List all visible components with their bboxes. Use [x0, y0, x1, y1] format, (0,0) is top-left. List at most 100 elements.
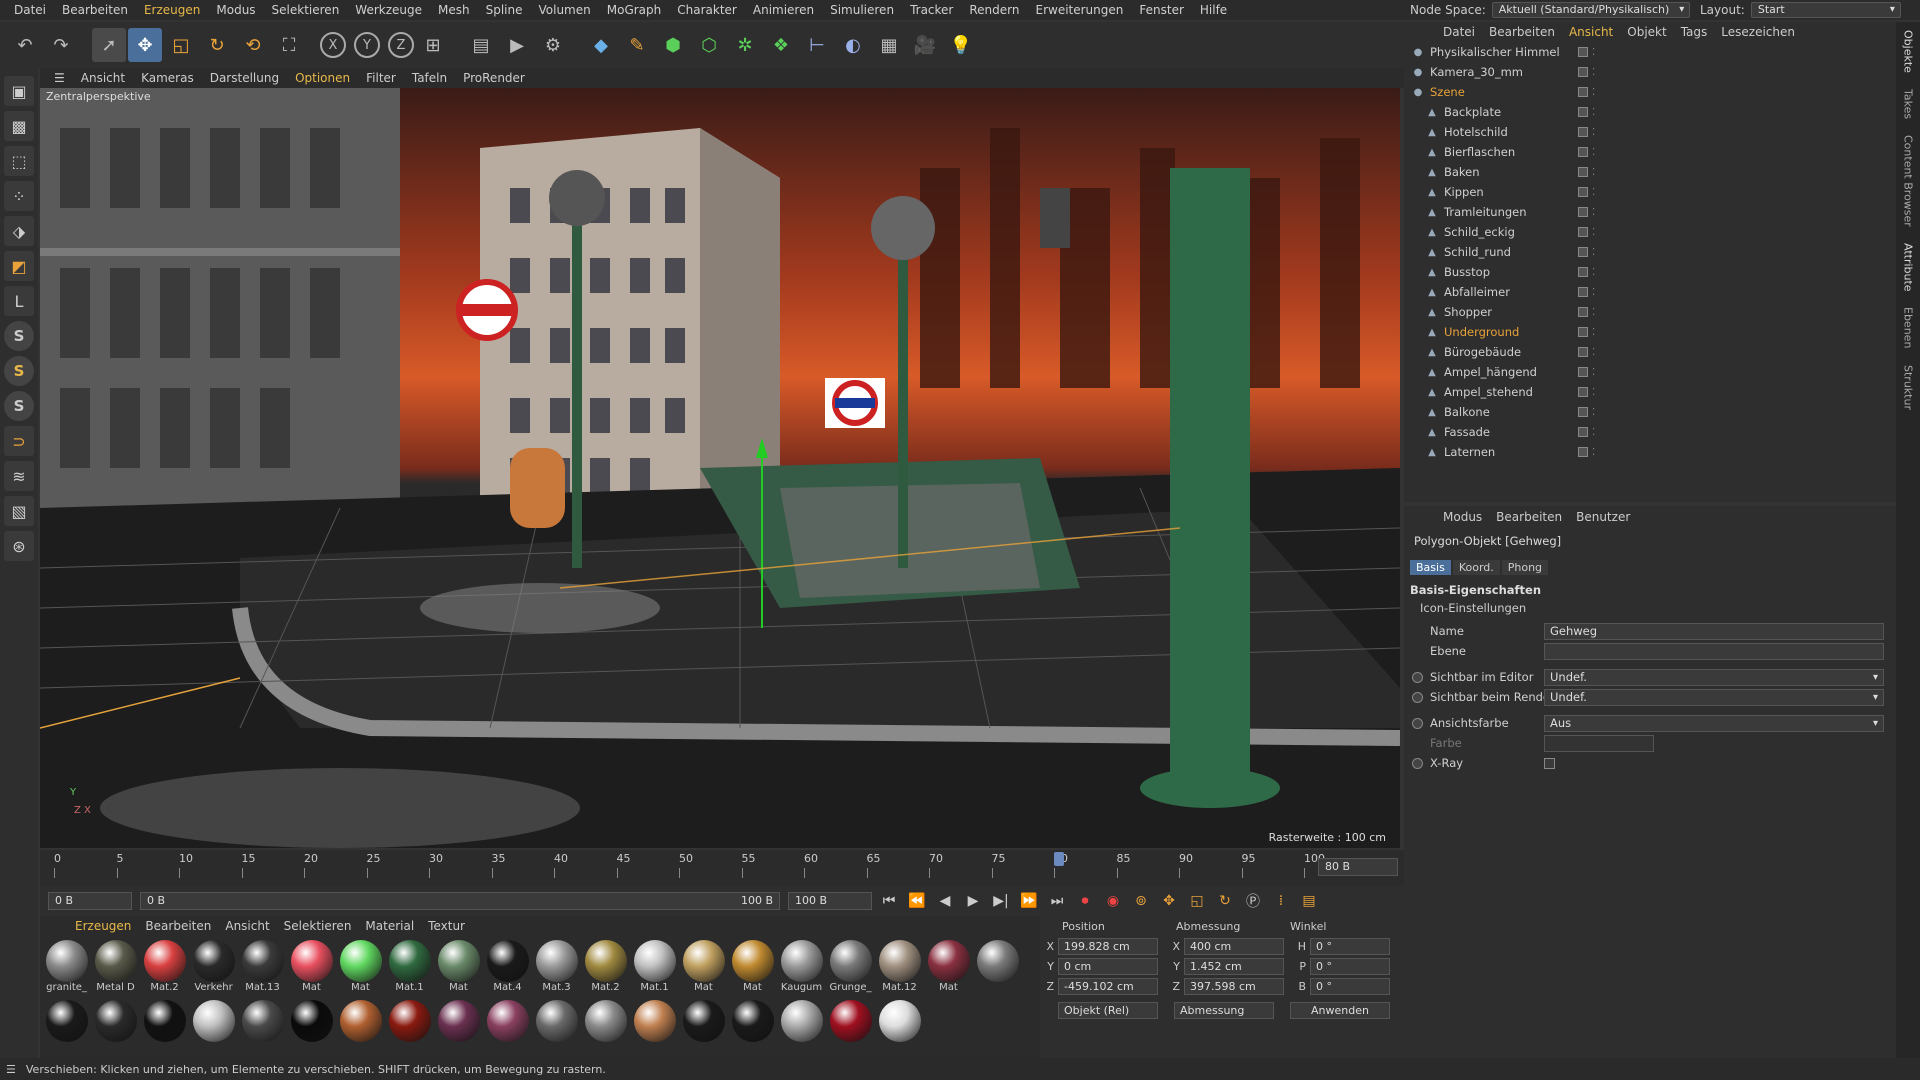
goto-start-icon[interactable]: ⏮: [878, 890, 900, 912]
material-swatch[interactable]: Mat: [924, 940, 973, 1000]
object-menu-datei[interactable]: Datei: [1436, 25, 1482, 39]
render-dots[interactable]: ⁚: [1592, 187, 1595, 198]
play-icon[interactable]: ▶: [962, 890, 984, 912]
material-swatch[interactable]: Mat.4: [483, 940, 532, 1000]
record-icon[interactable]: ⏺: [1074, 890, 1096, 912]
name-field[interactable]: Gehweg: [1544, 622, 1884, 640]
object-row[interactable]: ▲ Schild_rund ⁚: [1412, 242, 1896, 262]
position-field[interactable]: 199.828 cm: [1058, 937, 1158, 955]
layer-field[interactable]: [1544, 642, 1884, 660]
render-dots[interactable]: ⁚: [1592, 447, 1595, 458]
status-menu-icon[interactable]: ☰: [6, 1063, 16, 1076]
object-row[interactable]: ▲ Ampel_stehend ⁚: [1412, 382, 1896, 402]
camera-icon[interactable]: 🎥: [908, 28, 942, 62]
render-dots[interactable]: ⁚: [1592, 147, 1595, 158]
object-row[interactable]: ▲ Bürogebäude ⁚: [1412, 342, 1896, 362]
polygons-mode-icon[interactable]: ◩: [4, 251, 34, 281]
viewport-menu-ansicht[interactable]: Ansicht: [73, 71, 133, 85]
material-swatch[interactable]: Mat.1: [630, 940, 679, 1000]
render-dots[interactable]: ⁚: [1592, 367, 1595, 378]
menu-werkzeuge[interactable]: Werkzeuge: [347, 3, 430, 17]
material-swatch[interactable]: [287, 1000, 336, 1060]
object-row[interactable]: ▲ Fassade ⁚: [1412, 422, 1896, 442]
material-swatch[interactable]: [777, 1000, 826, 1060]
menu-erweiterungen[interactable]: Erweiterungen: [1027, 3, 1131, 17]
material-swatch[interactable]: [581, 1000, 630, 1060]
render-dots[interactable]: ⁚: [1592, 327, 1595, 338]
apply-button[interactable]: Anwenden: [1290, 1001, 1390, 1019]
object-row[interactable]: ▲ Underground ⁚: [1412, 322, 1896, 342]
render-dots[interactable]: ⁚: [1592, 47, 1595, 58]
object-row[interactable]: ▲ Tramleitungen ⁚: [1412, 202, 1896, 222]
timeline-window-icon[interactable]: ▤: [1298, 890, 1320, 912]
object-menu-objekt[interactable]: Objekt: [1620, 25, 1673, 39]
visibility-toggle[interactable]: [1578, 287, 1588, 297]
side-tab-takes[interactable]: Takes: [1902, 89, 1915, 119]
position-field[interactable]: -459.102 cm: [1058, 977, 1158, 995]
menu-simulieren[interactable]: Simulieren: [822, 3, 902, 17]
next-key-icon[interactable]: ⏩: [1018, 890, 1040, 912]
menu-hilfe[interactable]: Hilfe: [1192, 3, 1235, 17]
menu-datei[interactable]: Datei: [6, 3, 54, 17]
y-axis-lock-icon[interactable]: Y: [354, 32, 380, 58]
keyframe-selection-icon[interactable]: ⊚: [1130, 890, 1152, 912]
material-swatch[interactable]: Mat: [679, 940, 728, 1000]
render-dots[interactable]: ⁚: [1592, 407, 1595, 418]
key-pla-icon[interactable]: ⁞: [1270, 890, 1292, 912]
material-swatch[interactable]: Mat: [336, 940, 385, 1000]
visibility-toggle[interactable]: [1578, 67, 1588, 77]
object-row[interactable]: ▲ Backplate ⁚: [1412, 102, 1896, 122]
render-dots[interactable]: ⁚: [1592, 67, 1595, 78]
light-icon[interactable]: 💡: [944, 28, 978, 62]
material-swatch[interactable]: [532, 1000, 581, 1060]
render-dots[interactable]: ⁚: [1592, 227, 1595, 238]
menu-bearbeiten[interactable]: Bearbeiten: [54, 3, 136, 17]
goto-end-icon[interactable]: ⏭: [1046, 890, 1068, 912]
mograph-cloner-icon[interactable]: ✲: [728, 28, 762, 62]
viewport-menu-filter[interactable]: Filter: [358, 71, 404, 85]
grid-icon[interactable]: ≋: [4, 461, 34, 491]
menu-charakter[interactable]: Charakter: [669, 3, 745, 17]
z-axis-lock-icon[interactable]: Z: [388, 32, 414, 58]
end-frame-field[interactable]: 100 B: [788, 892, 872, 910]
material-swatch[interactable]: [875, 1000, 924, 1060]
x-axis-lock-icon[interactable]: X: [320, 32, 346, 58]
render-dots[interactable]: ⁚: [1592, 307, 1595, 318]
material-swatch[interactable]: [189, 1000, 238, 1060]
visibility-toggle[interactable]: [1578, 307, 1588, 317]
anim-radio[interactable]: [1412, 757, 1423, 769]
render-dots[interactable]: ⁚: [1592, 207, 1595, 218]
axis-mode-icon[interactable]: ⬚: [4, 146, 34, 176]
texture-mode-icon[interactable]: ▩: [4, 111, 34, 141]
start-frame-field[interactable]: 0 B: [48, 892, 132, 910]
key-rotation-icon[interactable]: ↻: [1214, 890, 1236, 912]
visibility-toggle[interactable]: [1578, 147, 1588, 157]
move-tool-icon[interactable]: ✥: [128, 28, 162, 62]
undo-icon[interactable]: ↶: [8, 28, 42, 62]
material-swatch[interactable]: Mat.3: [532, 940, 581, 1000]
field-icon[interactable]: ⊢: [800, 28, 834, 62]
visibility-toggle[interactable]: [1578, 447, 1588, 457]
color-swatch[interactable]: [1544, 734, 1654, 752]
menu-mograph[interactable]: MoGraph: [599, 3, 670, 17]
snap-icon[interactable]: S: [4, 321, 34, 351]
generator-icon[interactable]: ⬡: [692, 28, 726, 62]
material-swatch[interactable]: [385, 1000, 434, 1060]
rotate-tool-icon[interactable]: ↻: [200, 28, 234, 62]
visibility-toggle[interactable]: [1578, 187, 1588, 197]
object-row[interactable]: ▲ Schild_eckig ⁚: [1412, 222, 1896, 242]
anim-radio[interactable]: [1412, 691, 1423, 703]
model-mode-icon[interactable]: ▣: [4, 76, 34, 106]
render-dots[interactable]: ⁚: [1592, 247, 1595, 258]
material-swatch[interactable]: Mat.2: [140, 940, 189, 1000]
visibility-toggle[interactable]: [1578, 387, 1588, 397]
material-swatch[interactable]: Mat.13: [238, 940, 287, 1000]
material-swatch[interactable]: [728, 1000, 777, 1060]
menu-modus[interactable]: Modus: [208, 3, 263, 17]
prev-key-icon[interactable]: ⏪: [906, 890, 928, 912]
material-swatch[interactable]: [679, 1000, 728, 1060]
material-swatch[interactable]: [483, 1000, 532, 1060]
object-menu-tags[interactable]: Tags: [1674, 25, 1715, 39]
vis-editor-select[interactable]: Undef.: [1544, 668, 1884, 686]
menu-fenster[interactable]: Fenster: [1131, 3, 1192, 17]
